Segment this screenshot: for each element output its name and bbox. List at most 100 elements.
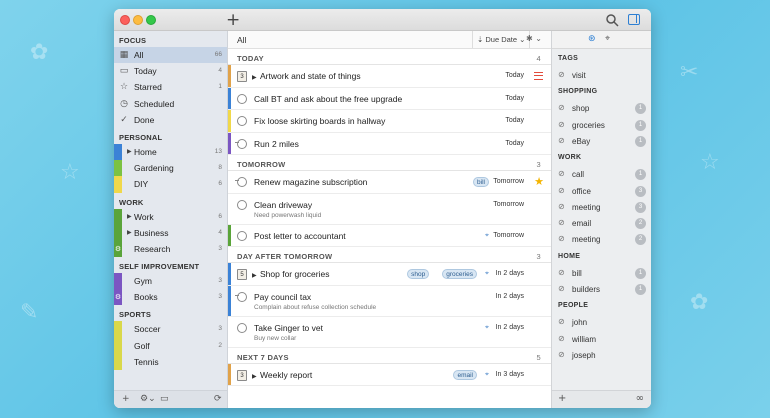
gear-icon: ⚙ bbox=[114, 293, 122, 302]
task-row[interactable]: Fix loose skirting boards in hallway Toda… bbox=[228, 110, 551, 133]
tag-item-email[interactable]: ⊘ email 2 bbox=[558, 217, 648, 231]
priority-icon[interactable] bbox=[534, 72, 543, 80]
tags-tab-icon[interactable]: ⊛ bbox=[588, 34, 596, 44]
link-icon[interactable]: ∞ bbox=[636, 393, 644, 404]
group-header: TODAY 4 bbox=[228, 49, 551, 65]
sidebar-item-count: 13 bbox=[214, 147, 222, 155]
sidebar-item-count: 66 bbox=[214, 51, 222, 58]
sidebar-item-business[interactable]: ▶ Business 4 bbox=[114, 224, 227, 241]
minimize-window-button[interactable] bbox=[133, 15, 143, 25]
repeat-checkbox-icon[interactable] bbox=[235, 291, 247, 302]
task-row[interactable]: Renew magazine subscription Tomorrow bill ★ bbox=[228, 171, 551, 194]
task-row[interactable]: 5 ▶ Shop for groceries In 2 days ⌖ groceries s… bbox=[228, 263, 551, 286]
tag-icon: ⊘ bbox=[558, 169, 565, 179]
locations-tab-icon[interactable]: ⌖ bbox=[605, 34, 610, 44]
tag-pill[interactable]: email bbox=[453, 369, 477, 380]
sidebar-item-today[interactable]: ▭ Today 4 bbox=[114, 63, 227, 79]
checkbox[interactable] bbox=[237, 230, 247, 241]
sidebar-item-soccer[interactable]: Soccer 3 bbox=[114, 321, 227, 338]
sidebar-item-home[interactable]: ▶ Home 13 bbox=[114, 143, 227, 161]
tags-section-header: TAGS bbox=[558, 55, 579, 62]
group-header: DAY AFTER TOMORROW 3 bbox=[228, 247, 551, 263]
tag-item-ebay[interactable]: ⊘ eBay 1 bbox=[558, 135, 648, 149]
checkbox[interactable] bbox=[237, 93, 247, 104]
sidebar-item-all[interactable]: ▦ All 66 bbox=[114, 47, 227, 64]
sidebar-item-label: Gym bbox=[134, 276, 152, 287]
checkbox[interactable] bbox=[237, 322, 247, 333]
sidebar-item-books[interactable]: ⚙ Books 3 bbox=[114, 289, 227, 306]
calendar-view-icon[interactable]: ▭ bbox=[160, 394, 169, 404]
checkbox[interactable] bbox=[237, 199, 247, 210]
expand-triangle-icon[interactable]: ▶ bbox=[127, 213, 132, 220]
due-date: In 2 days bbox=[495, 292, 524, 300]
tag-icon: ⊘ bbox=[558, 333, 565, 343]
view-options-icon[interactable]: ✱ ⌄ bbox=[526, 34, 542, 43]
add-task-icon[interactable]: + bbox=[226, 10, 240, 30]
sort-dropdown[interactable]: ⇣ Due Date ⌄ bbox=[472, 31, 531, 48]
sidebar-item-scheduled[interactable]: ◷ Scheduled bbox=[114, 96, 227, 112]
group-count: 5 bbox=[536, 352, 541, 362]
repeat-checkbox-icon[interactable] bbox=[235, 177, 247, 187]
add-list-icon[interactable]: + bbox=[122, 394, 130, 404]
toggle-sidebar-icon[interactable] bbox=[628, 14, 640, 25]
zoom-window-button[interactable] bbox=[146, 15, 156, 25]
project-icon[interactable]: 3 bbox=[237, 71, 247, 82]
tag-item-visit[interactable]: ⊘ visit bbox=[558, 69, 648, 83]
close-window-button[interactable] bbox=[120, 15, 130, 25]
project-icon[interactable]: 5 bbox=[237, 269, 247, 280]
expand-triangle-icon[interactable]: ▶ bbox=[252, 272, 257, 279]
star-icon[interactable]: ★ bbox=[534, 175, 544, 188]
tag-item-joseph[interactable]: ⊘ joseph bbox=[558, 349, 648, 363]
expand-triangle-icon[interactable]: ▶ bbox=[252, 373, 257, 380]
task-row[interactable]: Clean driveway Need powerwash liquid Tomor… bbox=[228, 194, 551, 225]
task-row[interactable]: Run 2 miles Today bbox=[228, 132, 551, 155]
sidebar-item-count: 8 bbox=[218, 164, 222, 172]
sidebar-item-gardening[interactable]: Gardening 8 bbox=[114, 160, 227, 177]
tag-count-badge: 1 bbox=[635, 169, 646, 181]
sidebar-item-golf[interactable]: Golf 2 bbox=[114, 337, 227, 354]
add-tag-icon[interactable]: + bbox=[558, 393, 566, 404]
task-row[interactable]: 3 ▶ Weekly report In 3 days ⌖ email bbox=[228, 363, 551, 386]
tag-pill[interactable]: shop bbox=[407, 269, 430, 279]
background-doodle: ✂ bbox=[680, 60, 699, 85]
sidebar-item-work[interactable]: ▶ Work 6 bbox=[114, 208, 227, 225]
tag-pill[interactable]: groceries bbox=[442, 269, 477, 279]
expand-triangle-icon[interactable]: ▶ bbox=[127, 229, 132, 236]
settings-menu-icon[interactable]: ⚙⌄ bbox=[140, 394, 156, 404]
sync-icon[interactable]: ⟳ bbox=[214, 394, 222, 404]
tag-item-groceries[interactable]: ⊘ groceries 1 bbox=[558, 119, 648, 133]
tag-pill[interactable]: bill bbox=[473, 177, 489, 187]
project-icon[interactable]: 3 bbox=[237, 369, 247, 381]
expand-triangle-icon[interactable]: ▶ bbox=[252, 74, 257, 81]
repeat-checkbox-icon[interactable] bbox=[235, 138, 247, 149]
tag-item-william[interactable]: ⊘ william bbox=[558, 333, 648, 347]
tag-item-meeting[interactable]: ⊘ meeting 3 bbox=[558, 201, 648, 215]
tag-item-bill[interactable]: ⊘ bill 1 bbox=[558, 267, 648, 281]
tag-item-john[interactable]: ⊘ john bbox=[558, 316, 648, 330]
task-row[interactable]: Call BT and ask about the free upgrade To… bbox=[228, 87, 551, 110]
list-color-tab bbox=[114, 208, 122, 225]
checkbox[interactable] bbox=[237, 116, 247, 126]
sidebar-item-done[interactable]: ✓ Done bbox=[114, 112, 227, 128]
expand-triangle-icon[interactable]: ▶ bbox=[127, 148, 132, 155]
sidebar-item-starred[interactable]: ☆ Starred 1 bbox=[114, 79, 227, 95]
task-row[interactable]: 3 ▶ Artwork and state of things Today bbox=[228, 65, 551, 88]
sidebar-item-diy[interactable]: DIY 6 bbox=[114, 176, 227, 193]
tag-item-office[interactable]: ⊘ office 3 bbox=[558, 185, 648, 199]
sidebar-item-research[interactable]: ⚙ Research 3 bbox=[114, 240, 227, 258]
tag-item-meeting[interactable]: ⊘ meeting 2 bbox=[558, 233, 648, 247]
task-row[interactable]: Post letter to accountant Tomorrow ⌖ bbox=[228, 224, 551, 247]
task-row[interactable]: Take Ginger to vet Buy new collar In 2 day… bbox=[228, 317, 551, 348]
tags-section-header: HOME bbox=[558, 252, 581, 260]
sidebar-item-label: All bbox=[134, 50, 144, 60]
tag-item-builders[interactable]: ⊘ builders 1 bbox=[558, 283, 648, 297]
sidebar-item-gym[interactable]: Gym 3 bbox=[114, 273, 227, 290]
tag-item-call[interactable]: ⊘ call 1 bbox=[558, 168, 648, 182]
list-color-tab bbox=[228, 263, 231, 285]
list-color-tab bbox=[114, 321, 122, 338]
task-row[interactable]: Pay council tax Complain about refuse col… bbox=[228, 285, 551, 317]
tag-item-shop[interactable]: ⊘ shop 1 bbox=[558, 102, 648, 116]
list-color-tab bbox=[228, 110, 231, 132]
search-icon[interactable] bbox=[605, 13, 619, 27]
sidebar-item-tennis[interactable]: Tennis bbox=[114, 353, 227, 370]
